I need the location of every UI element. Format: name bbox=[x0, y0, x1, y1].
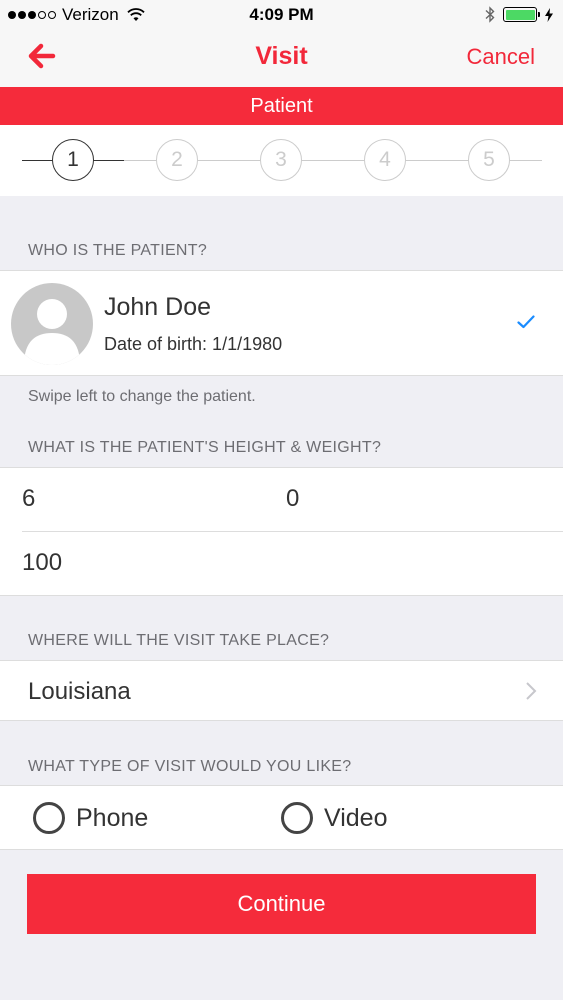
patient-section-header: WHO IS THE PATIENT? bbox=[28, 242, 208, 259]
height-weight-card: 6 0 100 bbox=[0, 467, 563, 596]
height-weight-section-header: WHAT IS THE PATIENT'S HEIGHT & WEIGHT? bbox=[28, 439, 382, 456]
charging-bolt-icon bbox=[545, 7, 553, 22]
visit-option-phone[interactable]: Phone bbox=[33, 802, 148, 834]
bluetooth-icon bbox=[485, 6, 495, 23]
step-1[interactable]: 1 bbox=[52, 139, 94, 181]
height-feet-field[interactable]: 6 bbox=[22, 485, 35, 513]
visit-type-section-header: WHAT TYPE OF VISIT WOULD YOU LIKE? bbox=[28, 758, 352, 775]
patient-name: John Doe bbox=[104, 293, 212, 321]
patient-dob: Date of birth: 1/1/1980 bbox=[104, 334, 283, 354]
step-4[interactable]: 4 bbox=[364, 139, 406, 181]
weight-field[interactable]: 100 bbox=[22, 549, 62, 577]
patient-row[interactable]: John Doe Date of birth: 1/1/1980 bbox=[0, 270, 563, 376]
step-3[interactable]: 3 bbox=[260, 139, 302, 181]
radio-unchecked-icon bbox=[281, 802, 313, 834]
visit-type-card: Phone Video bbox=[0, 785, 563, 850]
battery-icon bbox=[503, 7, 540, 22]
cancel-button[interactable]: Cancel bbox=[467, 44, 535, 70]
location-row[interactable]: Louisiana bbox=[0, 660, 563, 721]
section-banner: Patient bbox=[0, 87, 563, 125]
status-right bbox=[485, 6, 553, 23]
nav-bar: Visit Cancel bbox=[0, 30, 563, 87]
divider bbox=[22, 531, 563, 532]
height-inches-field[interactable]: 0 bbox=[286, 485, 299, 513]
visit-option-video[interactable]: Video bbox=[281, 802, 388, 834]
radio-unchecked-icon bbox=[33, 802, 65, 834]
patient-footnote: Swipe left to change the patient. bbox=[28, 388, 256, 405]
radio-label: Phone bbox=[76, 803, 149, 832]
avatar bbox=[11, 283, 93, 365]
step-5[interactable]: 5 bbox=[468, 139, 510, 181]
chevron-right-icon bbox=[526, 682, 537, 700]
location-value: Louisiana bbox=[28, 678, 131, 705]
continue-button[interactable]: Continue bbox=[27, 874, 536, 934]
status-bar: Verizon 4:09 PM bbox=[0, 0, 563, 30]
location-section-header: WHERE WILL THE VISIT TAKE PLACE? bbox=[28, 632, 330, 649]
progress-stepper: 1 2 3 4 5 bbox=[0, 125, 563, 196]
person-silhouette-icon bbox=[24, 299, 80, 365]
radio-label: Video bbox=[324, 803, 388, 832]
checkmark-icon bbox=[517, 315, 535, 329]
status-time: 4:09 PM bbox=[249, 5, 314, 24]
step-2[interactable]: 2 bbox=[156, 139, 198, 181]
battery-level bbox=[505, 9, 535, 20]
